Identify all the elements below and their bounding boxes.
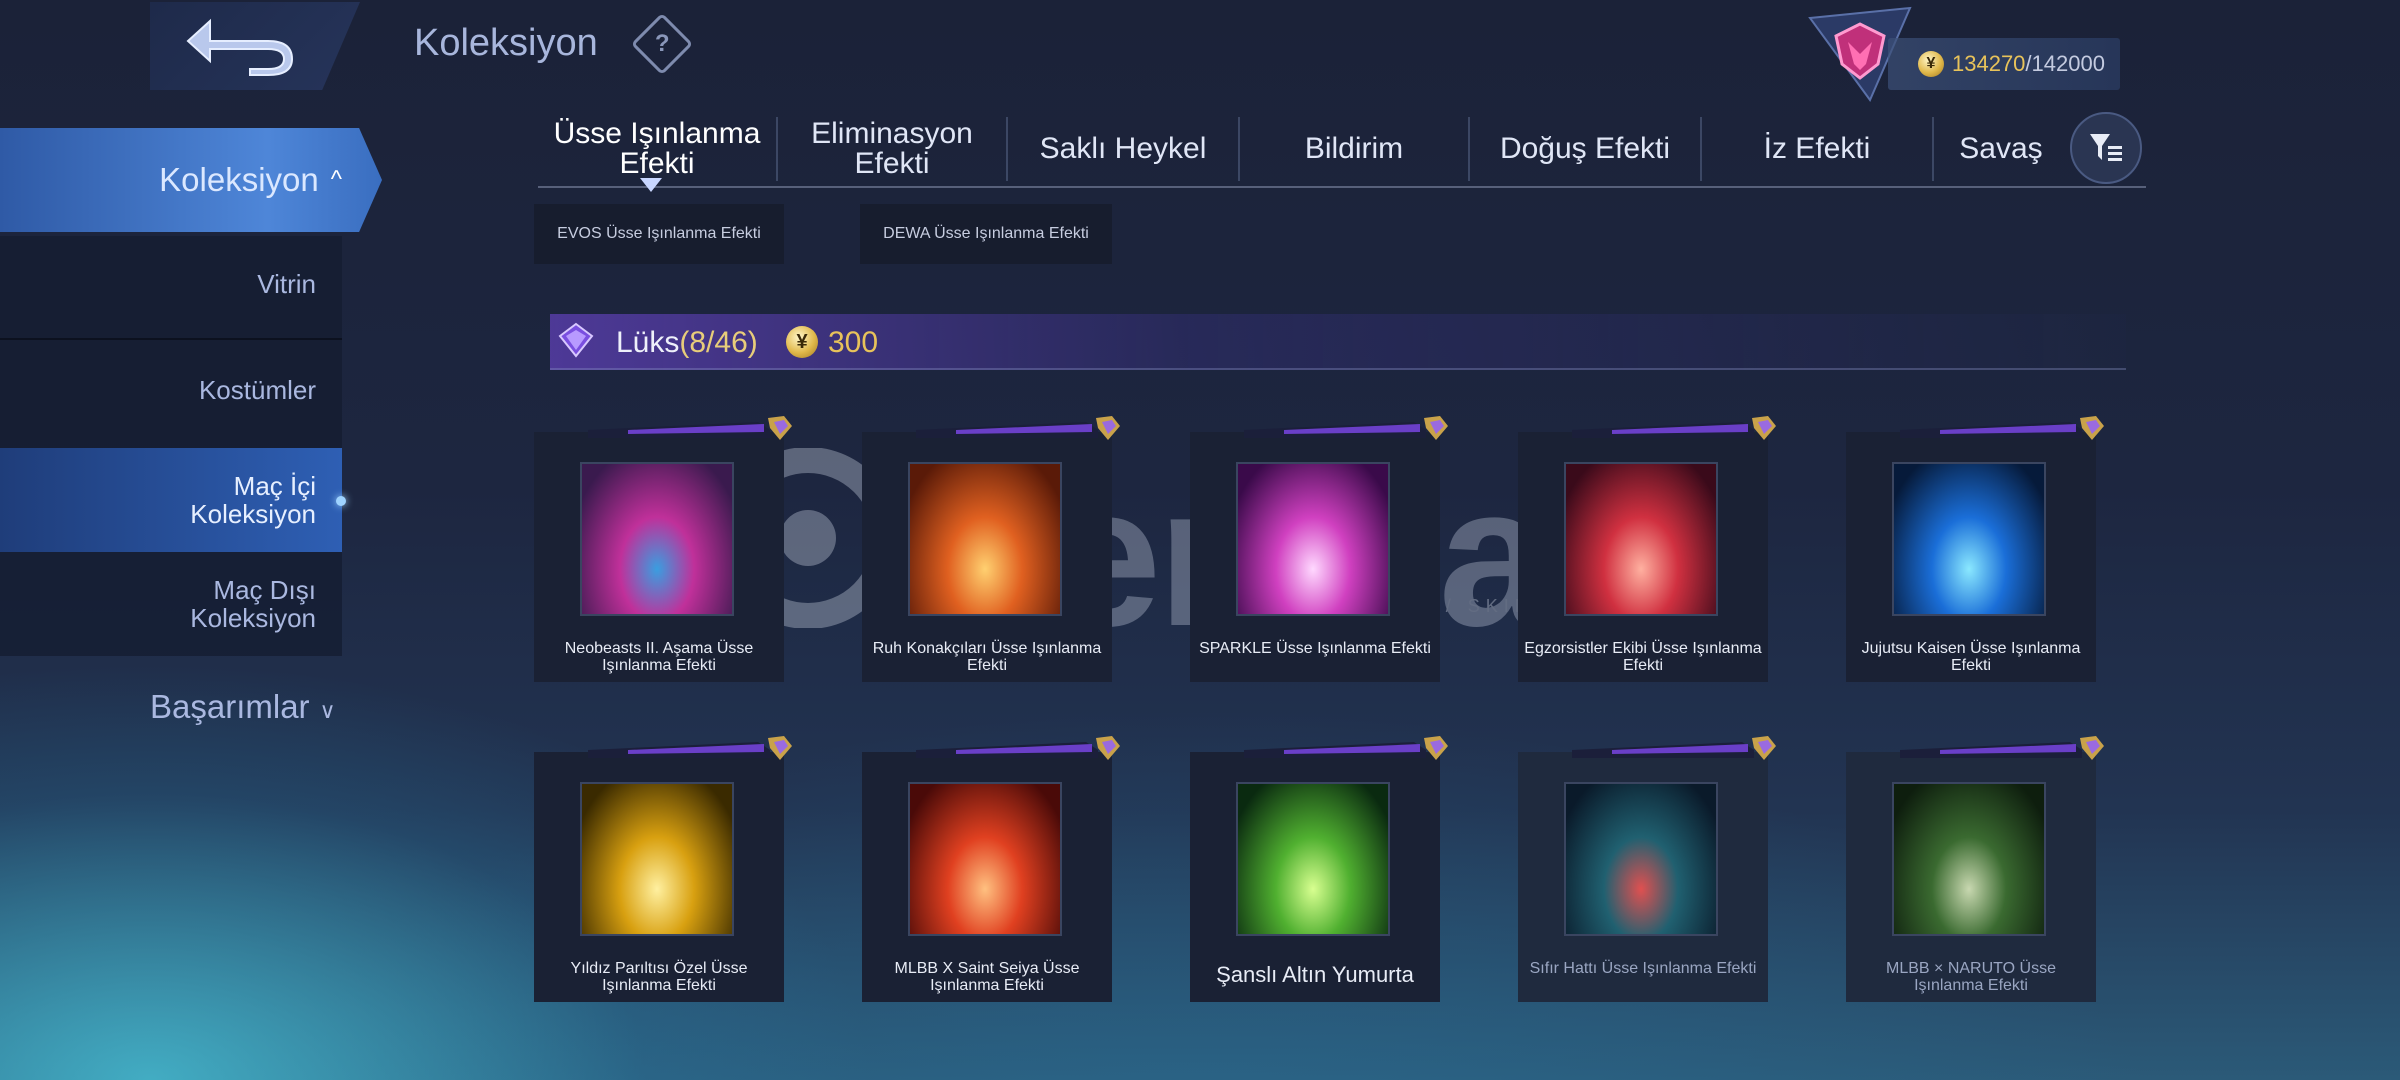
item-thumbnail [908,462,1062,616]
item-card-lucky-golden-egg[interactable]: Şanslı Altın Yumurta [1190,736,1448,1002]
item-thumbnail [1236,782,1390,936]
item-card-exorcists[interactable]: Egzorsistler Ekibi Üsse Işınlanma Efekti [1518,416,1776,682]
luxury-ribbon-icon [916,736,1120,760]
luxury-ribbon-icon [1900,736,2104,760]
tab-label: İz Efekti [1763,132,1871,165]
tabs-underline [538,186,2146,188]
currency-coin-icon: ¥ [1918,51,1944,77]
tab-trail-effect[interactable]: İz Efekti [1700,117,1932,181]
sidebar-in-match-label: Maç İçi Koleksiyon [190,471,316,529]
sidebar-item-achievements[interactable]: Başarımlar ∨ [150,688,336,726]
purple-gem-icon [558,322,594,358]
help-icon[interactable]: ? [630,12,694,76]
item-card-sparkle[interactable]: SPARKLE Üsse Işınlanma Efekti [1190,416,1448,682]
item-thumbnail [1892,462,2046,616]
item-name: Egzorsistler Ekibi Üsse Işınlanma Efekti [1524,640,1762,674]
item-name: MLBB X Saint Seiya Üsse Işınlanma Efekti [894,960,1080,994]
luxury-ribbon-icon [916,416,1120,440]
tab-base-teleport-effect[interactable]: Üsse Işınlanma Efekti [538,117,776,181]
subtab-evos[interactable]: EVOS Üsse Işınlanma Efekti [534,204,784,264]
item-card-starlight-special[interactable]: Yıldız Parıltısı Özel Üsse Işınlanma Efe… [534,736,792,1002]
subtab-dewa[interactable]: DEWA Üsse Işınlanma Efekti [860,204,1112,264]
item-name: Jujutsu Kaisen Üsse Işınlanma Efekti [1861,640,2081,674]
tab-notification[interactable]: Bildirim [1238,117,1468,181]
item-thumbnail [580,462,734,616]
chevron-down-icon: ∨ [319,698,336,723]
luxury-ribbon-icon [1900,416,2104,440]
section-title: Lüks(8/46) [616,326,758,360]
item-thumbnail [1892,782,2046,936]
section-title-text: Lüks [616,326,680,359]
luxury-ribbon-icon [1244,416,1448,440]
tab-label: Doğuş Efekti [1499,132,1671,165]
active-tab-indicator [640,178,662,192]
sidebar-out-match-label: Maç Dışı Koleksiyon [190,575,316,633]
sidebar-item-collection[interactable]: Koleksiyon ^ [0,128,382,232]
item-card-jujutsu-kaisen[interactable]: Jujutsu Kaisen Üsse Işınlanma Efekti [1846,416,2104,682]
item-thumbnail [908,782,1062,936]
item-name: Ruh Konakçıları Üsse Işınlanma Efekti [872,640,1102,674]
tab-battle[interactable]: Savaş [1932,117,2068,181]
sidebar-collection-label: Koleksiyon [159,161,319,198]
item-card-naruto[interactable]: MLBB × NARUTO Üsse Işınlanma Efekti [1846,736,2104,1002]
tab-label: Üsse Işınlanma Efekti [553,117,761,180]
section-header: Lüks(8/46) ¥ 300 [550,314,2126,370]
tab-label: Savaş [1959,132,2043,165]
tab-hidden-statue[interactable]: Saklı Heykel [1006,117,1238,181]
tab-label: Bildirim [1304,132,1404,165]
luxury-ribbon-icon [1572,736,1776,760]
luxury-ribbon-icon [588,736,792,760]
sidebar-item-costumes[interactable]: Kostümler [0,354,342,426]
luxury-ribbon-icon [588,416,792,440]
item-thumbnail [1564,782,1718,936]
currency-display[interactable]: ¥ 134270/142000 [1888,38,2120,90]
sidebar-item-out-match-collection[interactable]: Maç Dışı Koleksiyon [0,554,342,654]
tab-spawn-effect[interactable]: Doğuş Efekti [1468,117,1700,181]
tab-elimination-effect[interactable]: Eliminasyon Efekti [776,117,1006,181]
item-name: Yıldız Parıltısı Özel Üsse Işınlanma Efe… [570,960,748,994]
luxury-ribbon-icon [1572,416,1776,440]
filter-button[interactable] [2070,112,2142,184]
sidebar-divider [0,338,342,340]
sidebar-item-in-match-collection[interactable]: Maç İçi Koleksiyon [0,448,342,552]
item-thumbnail [1236,462,1390,616]
item-card-spirit-hosts[interactable]: Ruh Konakçıları Üsse Işınlanma Efekti [862,416,1120,682]
category-tabs: Üsse Işınlanma Efekti Eliminasyon Efekti… [538,110,2146,188]
tab-label: Eliminasyon Efekti [811,117,973,180]
luxury-ribbon-icon [1244,736,1448,760]
item-name: MLBB × NARUTO Üsse Işınlanma Efekti [1886,960,2056,994]
back-arrow-icon [186,18,294,76]
chevron-up-icon: ^ [330,166,342,193]
tab-label: Saklı Heykel [1039,132,1207,165]
section-coin-icon: ¥ [786,326,818,358]
sidebar-active-indicator [336,496,346,506]
page-title: Koleksiyon [414,22,598,64]
item-card-neobeasts[interactable]: Neobeasts II. Aşama Üsse Işınlanma Efekt… [534,416,792,682]
filter-icon [2090,134,2122,161]
item-thumbnail [1564,462,1718,616]
item-card-saint-seiya[interactable]: MLBB X Saint Seiya Üsse Işınlanma Efekti [862,736,1120,1002]
section-count: (8/46) [679,326,758,359]
currency-max: /142000 [2025,51,2105,76]
currency-current: 134270 [1952,51,2026,76]
item-name: Neobeasts II. Aşama Üsse Işınlanma Efekt… [564,640,754,674]
item-name: SPARKLE Üsse Işınlanma Efekti [1199,640,1431,657]
achievements-label: Başarımlar [150,688,310,725]
back-button[interactable] [150,2,360,90]
item-card-zero-line[interactable]: Sıfır Hattı Üsse Işınlanma Efekti [1518,736,1776,1002]
item-name: Sıfır Hattı Üsse Işınlanma Efekti [1529,960,1757,977]
sidebar-item-showcase[interactable]: Vitrin [0,248,342,320]
item-name: Şanslı Altın Yumurta [1216,962,1414,987]
help-icon-glyph: ? [654,29,670,57]
section-price: 300 [828,326,879,359]
item-thumbnail [580,782,734,936]
